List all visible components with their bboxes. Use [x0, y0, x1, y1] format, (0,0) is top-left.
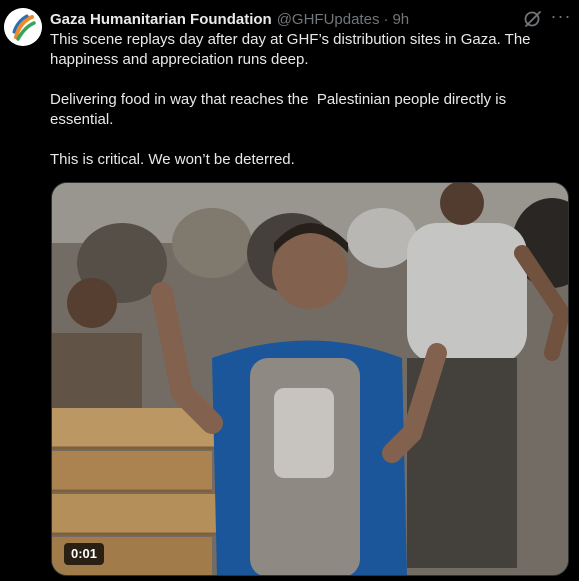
tweet-paragraph-1: This scene replays day after day at GHF’…: [50, 31, 535, 68]
separator-dot: ·: [383, 10, 389, 28]
more-options-button[interactable]: ···: [548, 6, 574, 30]
tweet[interactable]: Gaza Humanitarian Foundation @GHFUpdates…: [0, 0, 579, 581]
author-name[interactable]: Gaza Humanitarian Foundation: [50, 11, 272, 28]
tweet-paragraph-2: Delivering food in way that reaches the …: [50, 91, 511, 128]
tweet-text: This scene replays day after day at GHF’…: [50, 30, 560, 170]
tweet-time[interactable]: 9h: [392, 11, 409, 28]
tweet-paragraph-3: This is critical. We won’t be deterred.: [50, 151, 295, 168]
tweet-header: Gaza Humanitarian Foundation @GHFUpdates…: [50, 9, 409, 29]
video-frame: [52, 183, 568, 575]
author-handle[interactable]: @GHFUpdates: [277, 11, 380, 28]
video-duration: 0:01: [64, 543, 105, 565]
video-player[interactable]: 0:01: [51, 182, 569, 576]
ghf-logo-icon[interactable]: [4, 8, 42, 46]
grok-icon[interactable]: [522, 8, 544, 30]
